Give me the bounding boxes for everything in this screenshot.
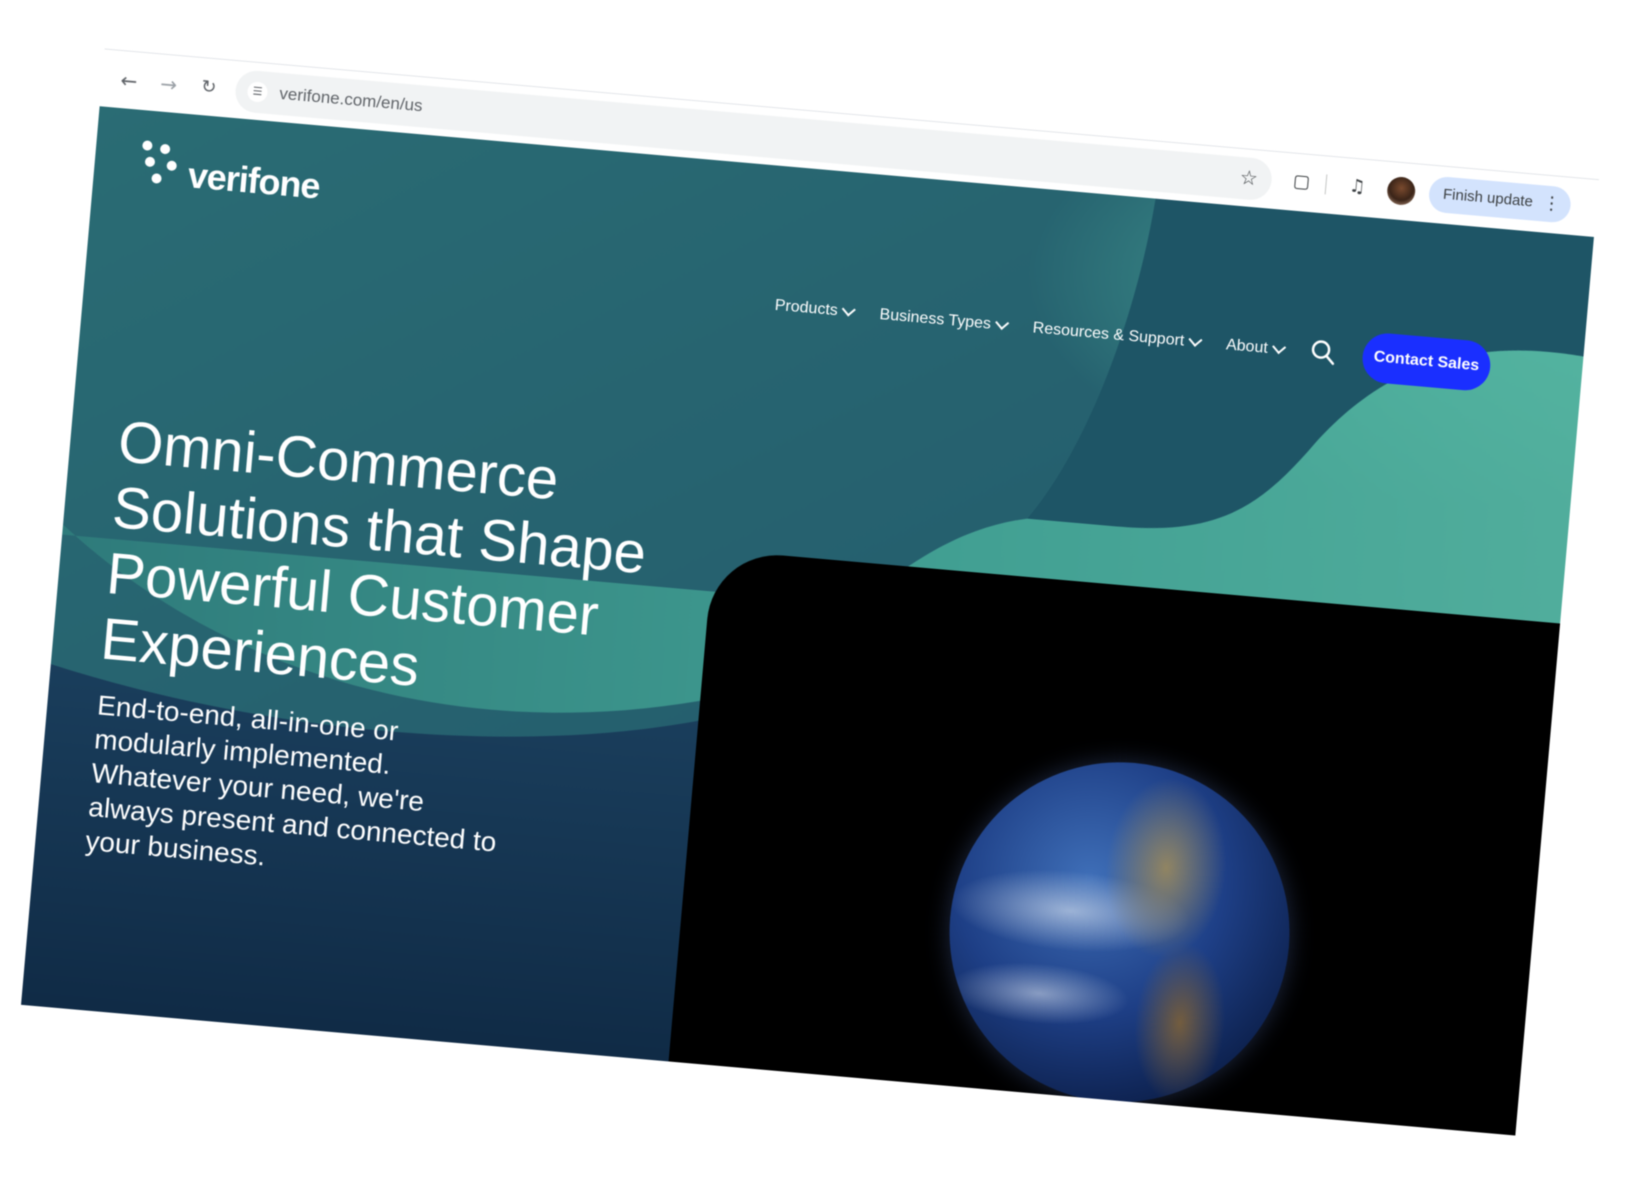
toolbar-divider — [1324, 174, 1328, 195]
chevron-down-icon — [1188, 332, 1203, 347]
forward-arrow-icon[interactable]: → — [155, 70, 183, 98]
verifone-logo-mark — [139, 140, 185, 189]
web-page: verifone Products Business Types Resourc… — [21, 106, 1594, 1136]
search-icon[interactable] — [1308, 337, 1338, 367]
nav-about-label: About — [1225, 336, 1269, 357]
hero-subtitle: End-to-end, all-in-one or modularly impl… — [84, 689, 498, 872]
nav-business-types-label: Business Types — [878, 306, 992, 333]
extensions-puzzle-icon[interactable]: ▢ — [1286, 167, 1316, 197]
nav-resources-support-label: Resources & Support — [1032, 319, 1186, 350]
bookmark-star-icon[interactable]: ☆ — [1239, 165, 1259, 190]
finish-update-label: Finish update — [1442, 185, 1534, 211]
reload-icon[interactable]: ↻ — [195, 74, 223, 102]
earth-globe-image — [935, 748, 1304, 1117]
browser-window: ← → ↻ ☰ verifone.com/en/us ☆ ▢ ♫ Finish … — [21, 48, 1599, 1136]
nav-item-products[interactable]: Products — [774, 296, 856, 322]
nav-item-resources-support[interactable]: Resources & Support — [1032, 319, 1203, 352]
chevron-down-icon — [1271, 340, 1286, 355]
url-text[interactable]: verifone.com/en/us — [279, 84, 424, 116]
finish-update-button[interactable]: Finish update ⋮ — [1427, 175, 1573, 224]
hero-video-panel[interactable] — [664, 549, 1561, 1136]
logo-text: verifone — [186, 154, 322, 207]
chevron-down-icon — [841, 302, 856, 317]
media-control-icon[interactable]: ♫ — [1342, 172, 1372, 202]
hero-title: Omni-Commerce Solutions that Shape Power… — [98, 409, 649, 700]
back-arrow-icon[interactable]: ← — [115, 67, 143, 95]
nav-item-business-types[interactable]: Business Types — [878, 306, 1010, 335]
more-vert-icon[interactable]: ⋮ — [1541, 185, 1562, 222]
nav-item-about[interactable]: About — [1225, 336, 1286, 359]
nav-products-label: Products — [774, 296, 839, 320]
profile-avatar[interactable] — [1386, 175, 1417, 207]
screenshot-stage: ← → ↻ ☰ verifone.com/en/us ☆ ▢ ♫ Finish … — [0, 0, 1645, 1181]
chevron-down-icon — [995, 315, 1010, 330]
site-info-icon[interactable]: ☰ — [246, 81, 269, 103]
